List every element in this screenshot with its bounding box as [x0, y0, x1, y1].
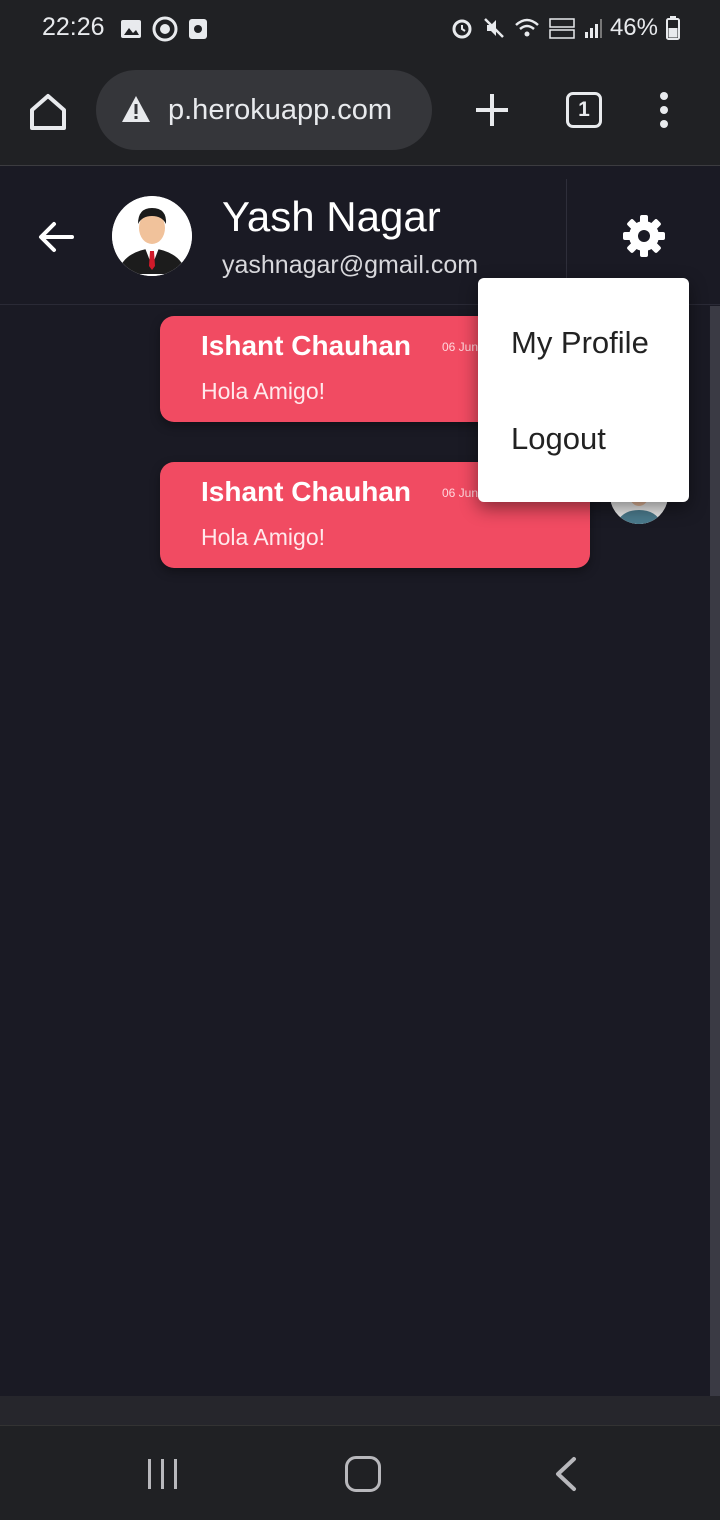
battery-icon — [666, 16, 680, 40]
status-bar: 22:26 46% — [0, 0, 720, 56]
sync-icon — [152, 16, 178, 42]
message-text: Hola Amigo! — [201, 524, 326, 550]
more-menu-icon[interactable] — [652, 90, 676, 130]
home-icon[interactable] — [26, 90, 70, 134]
businessman-avatar-icon — [112, 196, 192, 276]
status-icons-left — [120, 16, 208, 42]
status-icons-right: 46% — [450, 14, 680, 42]
record-icon — [189, 19, 207, 39]
alarm-icon — [452, 19, 472, 39]
browser-toolbar: p.herokuapp.com 1 — [0, 56, 720, 166]
gear-icon[interactable] — [622, 214, 666, 258]
status-time: 22:26 — [42, 13, 105, 41]
battery-percentage: 46% — [609, 14, 658, 41]
menu-item-my-profile[interactable]: My Profile — [511, 325, 649, 361]
scrollbar[interactable] — [710, 306, 720, 1396]
message-sender: Ishant Chauhan — [201, 476, 412, 507]
url-text[interactable]: p.herokuapp.com — [168, 94, 392, 127]
menu-item-logout[interactable]: Logout — [511, 421, 606, 457]
contact-name: Yash Nagar — [222, 193, 441, 240]
message-time: 06 Jun — [442, 486, 479, 500]
message-sender: Ishant Chauhan — [201, 330, 412, 361]
warning-icon[interactable] — [120, 94, 152, 124]
gallery-icon — [121, 20, 141, 38]
wifi-icon — [515, 18, 539, 37]
message-text: Hola Amigo! — [201, 378, 326, 404]
contact-email: yashnagar@gmail.com — [222, 251, 479, 279]
recent-apps-icon[interactable] — [145, 1458, 181, 1490]
tab-switcher-button[interactable]: 1 — [566, 92, 602, 128]
back-nav-icon[interactable] — [552, 1456, 578, 1492]
home-nav-icon[interactable] — [345, 1456, 381, 1492]
back-arrow-icon[interactable] — [36, 217, 76, 257]
volte-lte2-icon — [549, 18, 575, 39]
header-divider — [566, 179, 567, 289]
signal-icon — [584, 19, 602, 38]
settings-dropdown: My Profile Logout — [478, 278, 689, 502]
system-nav-bar — [0, 1425, 720, 1520]
avatar[interactable] — [112, 196, 192, 276]
mute-icon — [484, 18, 504, 38]
bottom-strip — [0, 1396, 720, 1425]
message-time: 06 Jun — [442, 340, 479, 354]
new-tab-icon[interactable] — [472, 90, 512, 130]
address-bar[interactable]: p.herokuapp.com — [96, 70, 432, 150]
